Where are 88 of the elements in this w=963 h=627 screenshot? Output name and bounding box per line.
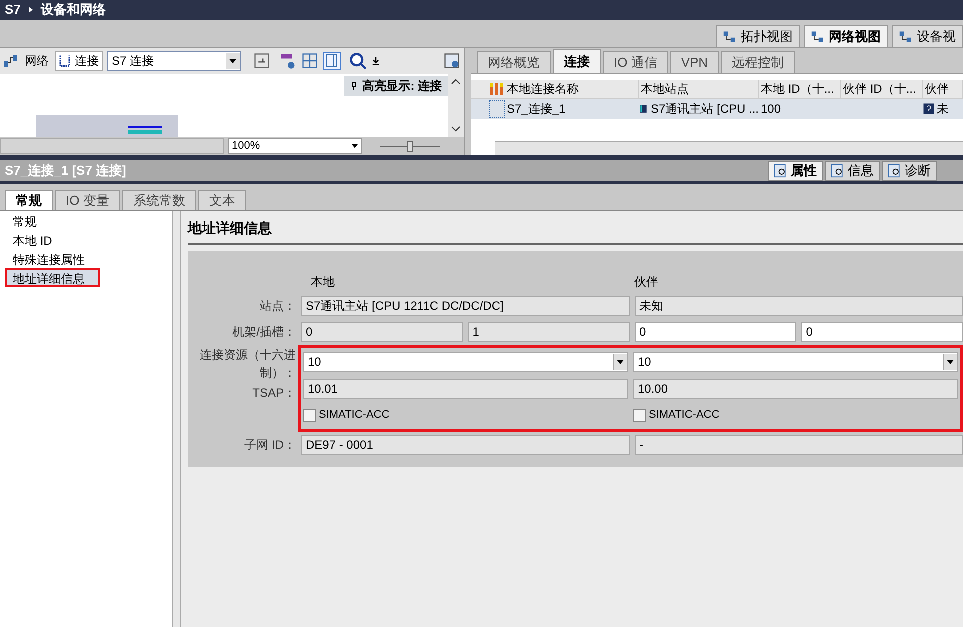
input-field[interactable]: 0 — [801, 322, 963, 342]
chevron-right-icon — [26, 5, 35, 15]
column-header[interactable]: 本地 ID（十... — [759, 80, 841, 98]
checkbox-label: SIMATIC-ACC — [649, 408, 720, 424]
view-tab[interactable]: 设备视 — [892, 25, 963, 47]
device-icon — [639, 102, 648, 116]
scrollbar[interactable] — [448, 74, 464, 137]
view-tab[interactable]: 网络视图 — [804, 25, 888, 47]
property-tab[interactable]: 系统常数 — [122, 190, 196, 210]
input-field[interactable]: S7通讯主站 [CPU 1211C DC/DC/DC] — [301, 296, 630, 316]
column-header: 本地 — [311, 275, 335, 289]
row-selector[interactable] — [489, 100, 505, 118]
device-node[interactable] — [36, 115, 178, 137]
input-field[interactable]: 10.00 — [633, 378, 958, 398]
input-field[interactable]: DE97 - 0001 — [301, 435, 630, 455]
field-label: 站点： — [260, 298, 296, 315]
input-field[interactable]: 0 — [634, 322, 796, 342]
horizontal-scrollbar[interactable] — [495, 141, 963, 155]
toolbar-icon — [279, 52, 297, 70]
input-field[interactable]: - — [634, 435, 963, 455]
inspector-title: S7_连接_1 [S7 连接] — [4, 162, 128, 180]
property-tab[interactable]: IO 变量 — [55, 190, 120, 210]
properties-icon — [888, 164, 902, 178]
nav-item[interactable]: 本地 ID — [5, 230, 60, 249]
nav-item[interactable]: 地址详细信息 — [5, 268, 100, 287]
network-icon — [811, 30, 825, 44]
table-cell-text: 未 — [937, 101, 949, 118]
checkbox-label: SIMATIC-ACC — [319, 408, 390, 424]
input-field[interactable]: 未知 — [634, 296, 963, 316]
tools-icon — [489, 81, 505, 97]
property-tab[interactable]: 常规 — [5, 190, 53, 210]
inspector-tab[interactable]: 诊断 — [882, 161, 937, 181]
editor-tab[interactable]: VPN — [670, 51, 720, 73]
column-header[interactable]: 本地站点 — [639, 80, 759, 98]
dropdown[interactable]: 10 — [303, 352, 628, 372]
pin-icon — [350, 80, 358, 92]
field-label: 机架/插槽： — [232, 324, 296, 341]
field-label: 连接资源（十六进制）： — [199, 347, 296, 382]
editor-tab[interactable]: 网络概览 — [477, 51, 551, 73]
horizontal-scrollbar[interactable] — [0, 138, 224, 154]
inspector-tab[interactable]: 信息 — [825, 161, 880, 181]
caret-icon — [943, 354, 957, 370]
dropdown[interactable]: 10 — [633, 352, 958, 372]
editor-tab[interactable]: 远程控制 — [721, 51, 796, 73]
properties-icon — [774, 164, 788, 178]
checkbox[interactable] — [633, 409, 646, 422]
input-field[interactable]: 10.01 — [303, 378, 628, 398]
breadcrumb-item[interactable]: 设备和网络 — [40, 0, 106, 20]
connection-icon — [59, 54, 71, 68]
editor-tab[interactable]: IO 通信 — [603, 51, 668, 73]
field-label: 子网 ID： — [244, 437, 296, 454]
breadcrumb-item[interactable]: S7 — [5, 0, 21, 20]
highlight-label: 高亮显示: 连接 — [344, 76, 448, 96]
network-icon — [3, 53, 19, 69]
connection-type-dropdown[interactable]: S7 连接 — [107, 51, 241, 71]
toolbar-icon — [253, 52, 271, 70]
caret-icon — [613, 354, 627, 370]
column-header[interactable]: 伙伴 — [923, 80, 963, 98]
zoom-dropdown[interactable]: 100% — [228, 138, 362, 154]
checkbox[interactable] — [303, 409, 316, 422]
splitter[interactable] — [172, 211, 181, 627]
table-cell-text: S7通讯主站 [CPU ... — [650, 101, 759, 118]
panel-icon — [443, 52, 462, 70]
columns-icon — [323, 52, 341, 70]
nav-item[interactable]: 特殊连接属性 — [5, 249, 93, 268]
network-icon — [723, 30, 737, 44]
network-icon — [899, 30, 913, 44]
input-field[interactable]: 1 — [468, 322, 630, 342]
grid-icon — [301, 52, 319, 70]
table-cell-text: 100 — [760, 101, 782, 118]
property-tab[interactable]: 文本 — [198, 190, 246, 210]
zoom-slider-thumb[interactable] — [407, 140, 413, 152]
column-header[interactable]: 伙伴 ID（十... — [841, 80, 923, 98]
nav-item[interactable]: 常规 — [5, 211, 45, 230]
field-label: TSAP： — [252, 385, 296, 402]
properties-icon — [831, 164, 845, 178]
device-icon — [923, 102, 935, 116]
view-tab[interactable]: 拓扑视图 — [716, 25, 800, 47]
network-mode-button[interactable]: 网络 — [23, 52, 51, 70]
input-field[interactable]: 0 — [301, 322, 463, 342]
caret-icon — [226, 53, 240, 69]
editor-tab[interactable]: 连接 — [553, 49, 601, 73]
inspector-tab[interactable]: 属性 — [768, 161, 823, 181]
table-cell-text: S7_连接_1 — [506, 101, 567, 118]
connection-mode-button[interactable]: 连接 — [55, 51, 103, 71]
column-header[interactable]: 本地连接名称 — [505, 80, 639, 98]
zoom-icon — [349, 52, 367, 70]
column-header: 伙伴 — [634, 275, 658, 289]
